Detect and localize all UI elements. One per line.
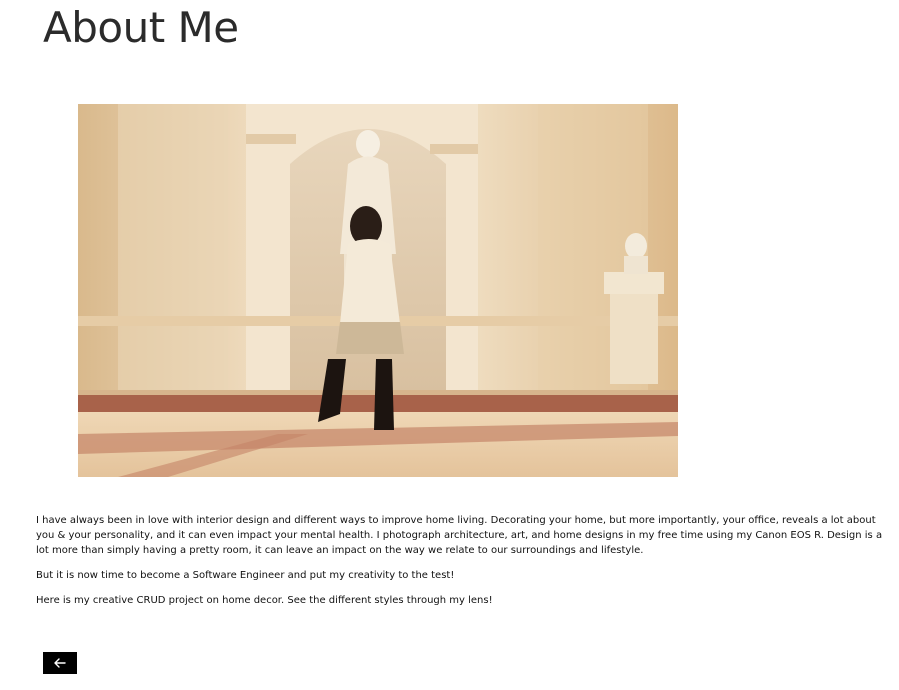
about-page: About Me I have always been in love with…	[0, 0, 899, 690]
about-paragraph: I have always been in love with interior…	[36, 515, 883, 556]
page-title: About Me	[43, 3, 239, 52]
about-paragraph: Here is my creative CRUD project on home…	[36, 595, 493, 606]
arrow-left-icon	[54, 658, 66, 668]
about-photo	[78, 104, 678, 477]
back-button[interactable]	[43, 652, 77, 674]
about-text: I have always been in love with interior…	[36, 513, 896, 618]
about-paragraph: But it is now time to become a Software …	[36, 570, 455, 581]
